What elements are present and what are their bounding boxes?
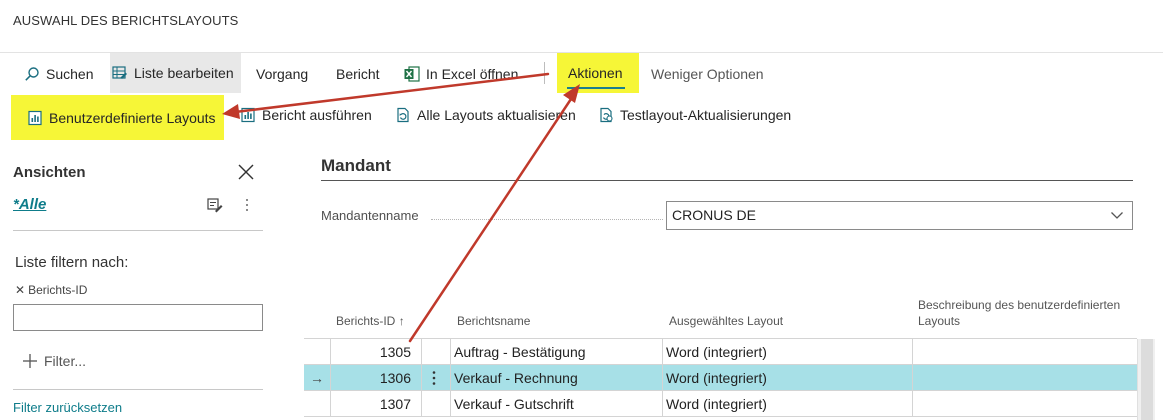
company-name-label: Mandantenname	[321, 208, 419, 223]
test-layout-updates-button[interactable]: Testlayout-Aktualisierungen	[598, 103, 791, 127]
open-excel-button[interactable]: In Excel öffnen	[404, 62, 518, 86]
table-scrollbar[interactable]	[1137, 339, 1155, 420]
excel-icon	[404, 66, 420, 82]
report-layout-icon	[27, 110, 43, 126]
actions-active-underline	[567, 87, 625, 89]
search-button[interactable]: Suchen	[24, 62, 93, 86]
close-icon[interactable]	[236, 162, 256, 182]
column-header-report-id[interactable]: Berichts-ID ↑	[336, 313, 405, 329]
company-name-value: CRONUS DE	[672, 207, 757, 223]
scrollbar-thumb[interactable]	[1141, 339, 1153, 420]
sidebar-divider	[13, 230, 263, 231]
refresh-document-icon	[395, 107, 411, 123]
update-all-layouts-button[interactable]: Alle Layouts aktualisieren	[395, 103, 576, 127]
test-document-icon	[598, 107, 614, 123]
custom-desc-header-line2: Layouts	[918, 314, 961, 328]
filter-chip-report-id[interactable]: ✕ Berichts-ID	[15, 283, 87, 297]
view-all-link[interactable]: *Alle	[13, 196, 46, 213]
process-menu[interactable]: Vorgang	[256, 62, 308, 86]
run-report-label: Bericht ausführen	[262, 107, 372, 123]
filter-by-label: Liste filtern nach:	[15, 254, 129, 271]
cell-selected-layout[interactable]: Word (integriert)	[666, 339, 767, 365]
cell-report-id: 1306	[379, 370, 411, 386]
column-header-report-name[interactable]: Berichtsname	[457, 313, 530, 329]
views-title: Ansichten	[13, 164, 86, 181]
cell-selected-layout[interactable]: Word (integriert)	[666, 391, 767, 417]
report-menu[interactable]: Bericht	[336, 62, 380, 86]
cell-report-id: 1305	[379, 344, 411, 360]
column-header-selected-layout[interactable]: Ausgewähltes Layout	[669, 313, 783, 329]
update-all-layouts-label: Alle Layouts aktualisieren	[417, 107, 576, 123]
custom-layouts-button[interactable]: Benutzerdefinierte Layouts	[11, 95, 224, 140]
section-divider	[321, 180, 1133, 181]
page-title: AUSWAHL DES BERICHTSLAYOUTS	[13, 13, 239, 28]
process-label: Vorgang	[256, 66, 309, 82]
column-header-custom-description[interactable]: Beschreibung des benutzerdefinierten Lay…	[918, 297, 1120, 329]
cell-report-id: 1307	[379, 396, 411, 412]
sort-ascending-icon: ↑	[398, 314, 405, 328]
report-id-header-label: Berichts-ID	[336, 314, 396, 328]
cell-selected-layout[interactable]: Word (integriert)	[666, 365, 767, 391]
field-dots	[431, 219, 663, 220]
filter-chip-label: Berichts-ID	[28, 283, 88, 297]
add-filter-button[interactable]: Filter...	[22, 353, 86, 372]
more-options-icon[interactable]	[244, 197, 250, 213]
plus-icon	[22, 353, 38, 372]
table-row[interactable]: 1307 Verkauf - Gutschrift Word (integrie…	[304, 391, 1137, 417]
filter-value-input[interactable]	[13, 304, 263, 331]
open-excel-label: In Excel öffnen	[426, 66, 519, 82]
fewer-options-button[interactable]: Weniger Optionen	[651, 62, 764, 86]
edit-list-button[interactable]: Liste bearbeiten	[110, 53, 241, 93]
report-layout-table: 1305 Auftrag - Bestätigung Word (integri…	[304, 339, 1137, 417]
toolbar-separator	[544, 62, 545, 84]
row-pointer-arrow-icon: →	[310, 370, 324, 386]
edit-view-icon[interactable]	[206, 196, 224, 214]
edit-list-icon	[112, 65, 128, 81]
custom-desc-header-line1: Beschreibung des benutzerdefinierten	[918, 298, 1121, 312]
report-icon	[240, 107, 256, 123]
arrowhead-custom-layouts	[222, 104, 240, 119]
cell-report-name[interactable]: Auftrag - Bestätigung	[454, 339, 586, 365]
report-label: Bericht	[336, 66, 380, 82]
cell-report-name[interactable]: Verkauf - Gutschrift	[454, 391, 574, 417]
custom-layouts-label: Benutzerdefinierte Layouts	[49, 109, 216, 126]
run-report-button[interactable]: Bericht ausführen	[240, 103, 372, 127]
actions-label: Aktionen	[568, 65, 623, 81]
table-row[interactable]: 1305 Auftrag - Bestätigung Word (integri…	[304, 339, 1137, 365]
reset-filter-link[interactable]: Filter zurücksetzen	[13, 400, 122, 415]
cell-report-name[interactable]: Verkauf - Rechnung	[454, 365, 578, 391]
row-actions-icon[interactable]	[431, 365, 443, 391]
sidebar-divider-2	[13, 389, 263, 390]
table-row[interactable]: → 1306 Verkauf - Rechnung Word (integrie…	[304, 365, 1137, 391]
chevron-down-icon	[1110, 208, 1124, 222]
remove-filter-icon[interactable]: ✕	[15, 283, 25, 297]
edit-list-label: Liste bearbeiten	[134, 65, 234, 81]
test-layout-updates-label: Testlayout-Aktualisierungen	[620, 107, 792, 123]
fewer-options-label: Weniger Optionen	[651, 66, 764, 82]
search-label: Suchen	[46, 66, 94, 82]
company-section-title: Mandant	[321, 156, 391, 175]
search-icon	[24, 66, 40, 82]
add-filter-label: Filter...	[44, 353, 87, 369]
